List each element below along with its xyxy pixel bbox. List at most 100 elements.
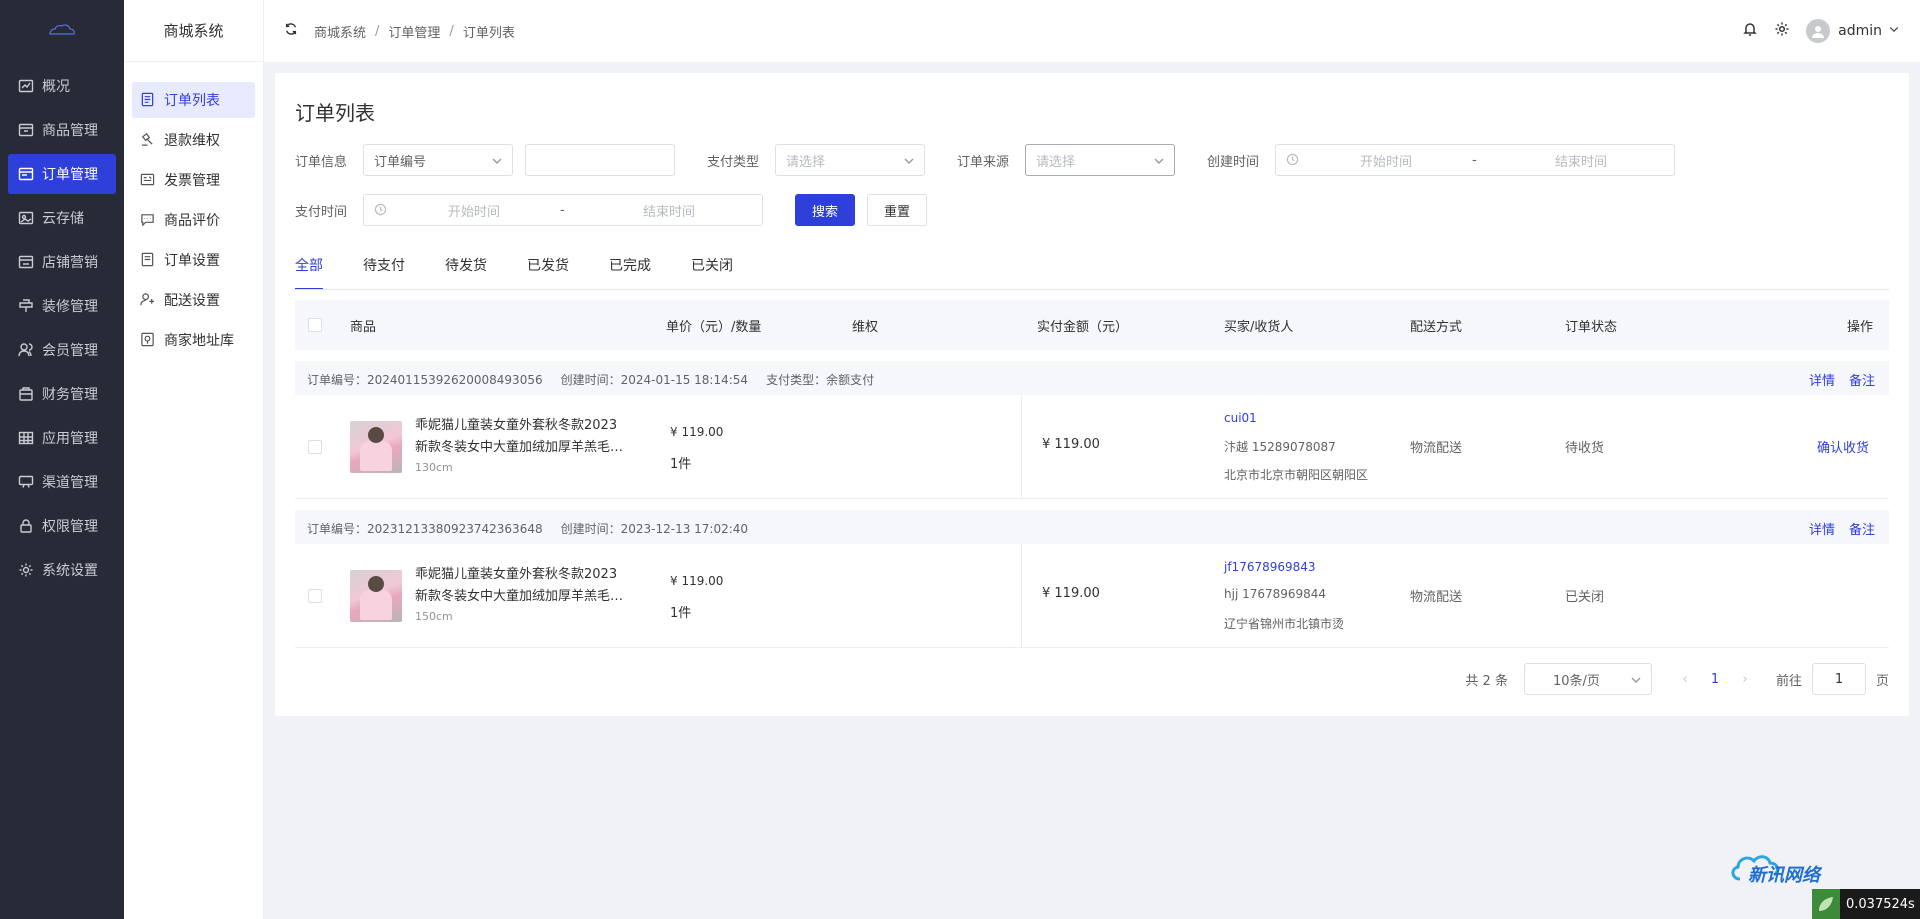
tab-pending-payment[interactable]: 待支付 xyxy=(363,256,405,290)
product-image[interactable] xyxy=(350,570,402,622)
page-suffix: 页 xyxy=(1875,673,1889,689)
chart-line-icon xyxy=(18,78,34,94)
topbar-actions: admin xyxy=(1742,0,1900,62)
select-all-checkbox[interactable] xyxy=(308,318,322,332)
delivery-icon xyxy=(140,292,156,308)
bell-icon[interactable] xyxy=(1742,21,1758,41)
submenu-item-delivery[interactable]: 配送设置 xyxy=(132,282,255,318)
submenu-item-order-settings[interactable]: 订单设置 xyxy=(132,242,255,278)
submenu-item-label: 商品评价 xyxy=(164,213,220,229)
order-status: 待收货 xyxy=(1565,441,1605,456)
order-info-input[interactable] xyxy=(525,144,675,176)
gavel-icon xyxy=(140,132,156,148)
sidebar-item-decorate[interactable]: 装修管理 xyxy=(8,286,116,326)
sidebar-item-finance[interactable]: 财务管理 xyxy=(8,374,116,414)
submenu-item-label: 商家地址库 xyxy=(164,333,234,349)
header-buyer: 买家/收货人 xyxy=(1224,320,1294,335)
submenu-item-order-list[interactable]: 订单列表 xyxy=(132,82,255,118)
user-name[interactable]: admin xyxy=(1838,23,1882,39)
product-name[interactable]: 乖妮猫儿童装女童外套秋冬款2023 新款冬装女中大童加绒加厚羊羔毛外套 xyxy=(415,564,625,608)
submenu-title: 商城系统 xyxy=(124,0,263,62)
sidebar-item-apps[interactable]: 应用管理 xyxy=(8,418,116,458)
prev-page-button[interactable]: ‹ xyxy=(1670,672,1700,687)
tab-closed[interactable]: 已关闭 xyxy=(691,256,733,290)
decorate-icon xyxy=(18,298,34,314)
breadcrumb-item[interactable]: 订单管理 xyxy=(388,22,440,41)
buyer-link[interactable]: jf17678969843 xyxy=(1224,560,1316,574)
sidebar-item-goods[interactable]: 商品管理 xyxy=(8,110,116,150)
gear-icon[interactable] xyxy=(1774,21,1790,41)
chevron-down-icon xyxy=(1154,155,1164,165)
goto-page-input[interactable]: 1 xyxy=(1811,663,1866,695)
source-select[interactable]: 请选择 xyxy=(1025,144,1175,176)
page-title: 订单列表 xyxy=(295,101,375,125)
order-created-time: 创建时间：2023-12-13 17:02:40 xyxy=(560,522,749,536)
submenu-item-refund[interactable]: 退款维权 xyxy=(132,122,255,158)
breadcrumb-item[interactable]: 商城系统 xyxy=(314,22,366,41)
order-info-select[interactable]: 订单编号 xyxy=(363,144,513,176)
sidebar-item-label: 订单管理 xyxy=(42,167,98,183)
row-checkbox[interactable] xyxy=(308,589,322,603)
reset-button[interactable]: 重置 xyxy=(867,194,927,226)
paid-time-label: 支付时间 xyxy=(295,205,348,220)
watermark-logo: 新讯网络 xyxy=(1728,845,1838,891)
buyer-link[interactable]: cui01 xyxy=(1224,411,1257,425)
sidebar-item-overview[interactable]: 概况 xyxy=(8,66,116,106)
created-time-range[interactable]: 开始时间 - 结束时间 xyxy=(1275,144,1675,176)
tab-pending-shipment[interactable]: 待发货 xyxy=(445,256,487,290)
table-row: 乖妮猫儿童装女童外套秋冬款2023 新款冬装女中大童加绒加厚羊羔毛外套 130c… xyxy=(295,395,1889,499)
next-page-button[interactable]: › xyxy=(1730,672,1760,687)
sidebar-item-cloud[interactable]: 云存储 xyxy=(8,198,116,238)
tab-completed[interactable]: 已完成 xyxy=(609,256,651,290)
chevron-down-icon xyxy=(904,155,914,165)
detail-link[interactable]: 详情 xyxy=(1809,519,1835,538)
finance-icon xyxy=(18,386,34,402)
sidebar-item-channels[interactable]: 渠道管理 xyxy=(8,462,116,502)
avatar[interactable] xyxy=(1806,19,1831,43)
confirm-receipt-link[interactable]: 确认收货 xyxy=(1817,437,1869,456)
submenu-item-address-book[interactable]: 商家地址库 xyxy=(132,322,255,358)
header-rights: 维权 xyxy=(852,320,879,335)
pay-type-select[interactable]: 请选择 xyxy=(775,144,925,176)
submenu-item-label: 订单设置 xyxy=(164,253,220,269)
watermark-text: 新讯网络 xyxy=(1748,865,1823,886)
header-op: 操作 xyxy=(1846,320,1873,335)
tab-all[interactable]: 全部 xyxy=(295,256,323,290)
sidebar-item-marketing[interactable]: 店铺营销 xyxy=(8,242,116,282)
product-name[interactable]: 乖妮猫儿童装女童外套秋冬款2023 新款冬装女中大童加绒加厚羊羔毛外套 xyxy=(415,415,625,459)
table-header: 商品 单价（元）/数量 维权 实付金额（元） 买家/收货人 配送方式 订单状态 … xyxy=(295,300,1889,350)
sidebar-item-label: 会员管理 xyxy=(42,343,98,359)
remark-link[interactable]: 备注 xyxy=(1849,370,1875,389)
refresh-icon[interactable] xyxy=(284,22,298,40)
main-sidebar: 概况 商品管理 订单管理 云存储 店铺营销 装修管理 会员管理 财务管理 应用管… xyxy=(0,0,124,919)
member-icon xyxy=(18,342,34,358)
header-paid: 实付金额（元） xyxy=(1037,320,1129,335)
created-end-placeholder: 结束时间 xyxy=(1554,154,1607,170)
status-tabs: 全部 待支付 待发货 已发货 已完成 已关闭 xyxy=(295,256,1889,296)
row-checkbox[interactable] xyxy=(308,440,322,454)
sidebar-item-orders[interactable]: 订单管理 xyxy=(8,154,116,194)
sidebar-item-settings[interactable]: 系统设置 xyxy=(8,550,116,590)
sidebar-item-permissions[interactable]: 权限管理 xyxy=(8,506,116,546)
top-bar: 商城系统 / 订单管理 / 订单列表 admin xyxy=(264,0,1920,62)
gear-icon xyxy=(18,562,34,578)
search-button[interactable]: 搜索 xyxy=(795,194,855,226)
sidebar-item-label: 商品管理 xyxy=(42,123,98,139)
submenu-item-invoice[interactable]: 发票管理 xyxy=(132,162,255,198)
page-size-select[interactable]: 10条/页 xyxy=(1523,663,1652,695)
clock-icon xyxy=(374,203,388,217)
product-name-line: 新款冬装女中大童加绒加厚羊羔毛外套 xyxy=(415,589,625,604)
product-image[interactable] xyxy=(350,421,402,473)
main-card: 订单列表 订单信息 订单编号 支付类型 请选择 订单来源 请选择 创建时间 开始… xyxy=(275,73,1909,716)
detail-link[interactable]: 详情 xyxy=(1809,370,1835,389)
submenu-item-reviews[interactable]: 商品评价 xyxy=(132,202,255,238)
goods-icon xyxy=(18,122,34,138)
page-number[interactable]: 1 xyxy=(1700,672,1730,687)
remark-link[interactable]: 备注 xyxy=(1849,519,1875,538)
chevron-down-icon[interactable] xyxy=(1888,23,1900,39)
paid-time-range[interactable]: 开始时间 - 结束时间 xyxy=(363,194,763,226)
sidebar-item-members[interactable]: 会员管理 xyxy=(8,330,116,370)
order-pay-type: 支付类型：余额支付 xyxy=(766,373,875,387)
logo[interactable] xyxy=(0,0,124,62)
tab-shipped[interactable]: 已发货 xyxy=(527,256,569,290)
